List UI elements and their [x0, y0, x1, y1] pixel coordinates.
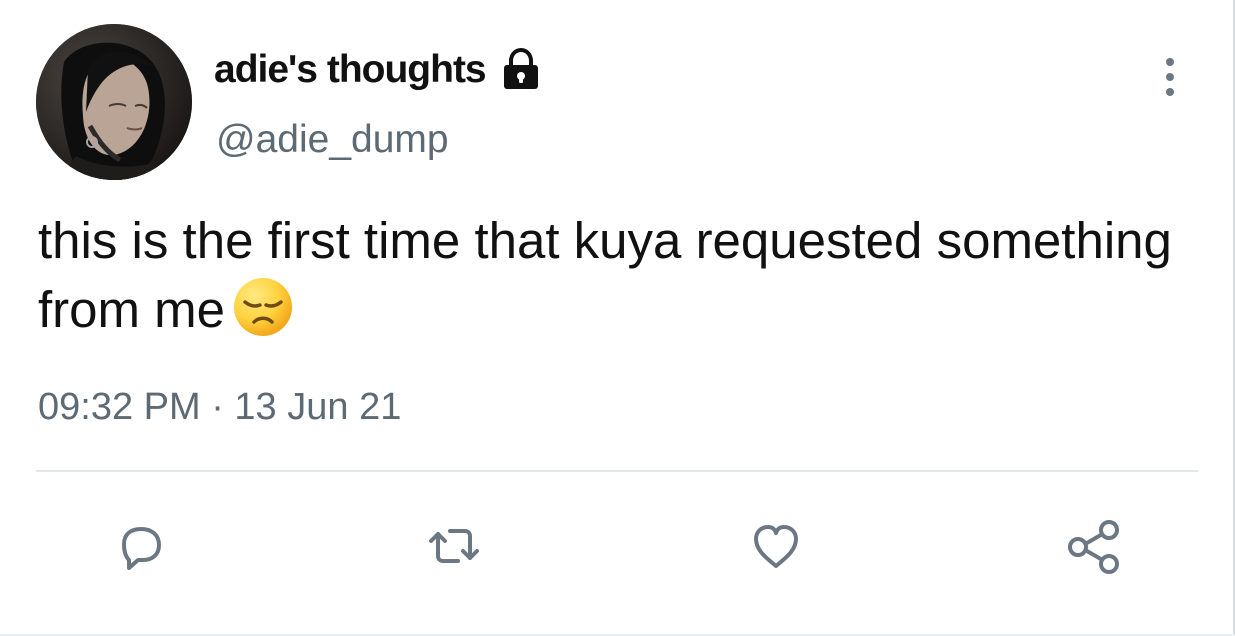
- retweet-icon: [429, 529, 479, 563]
- tweet-actions: [0, 500, 1235, 590]
- heart-icon: [754, 525, 798, 568]
- handle[interactable]: @adie_dump: [216, 118, 449, 162]
- action-divider: [36, 470, 1198, 472]
- reply-button[interactable]: [105, 510, 177, 582]
- tweet-card: adie's thoughts @adie_dump this is the f…: [0, 0, 1235, 636]
- tweet-text: this is the first time that kuya request…: [38, 212, 1172, 338]
- more-options-button[interactable]: [1152, 54, 1188, 100]
- retweet-button[interactable]: [418, 510, 490, 582]
- lock-icon: [498, 48, 544, 92]
- disappointed-face-icon: [231, 275, 295, 339]
- tweet-text-container: this is the first time that kuya request…: [38, 207, 1208, 344]
- display-name[interactable]: adie's thoughts: [214, 48, 487, 92]
- tweet-timestamp[interactable]: 09:32 PM · 13 Jun 21: [38, 386, 401, 429]
- share-icon: [1068, 520, 1119, 574]
- display-name-row[interactable]: adie's thoughts: [214, 48, 544, 92]
- reply-icon: [122, 527, 161, 570]
- more-vertical-icon: [1166, 58, 1174, 96]
- avatar[interactable]: [36, 24, 192, 180]
- like-button[interactable]: [740, 510, 812, 582]
- avatar-photo-icon: [36, 24, 192, 180]
- share-button[interactable]: [1058, 510, 1130, 582]
